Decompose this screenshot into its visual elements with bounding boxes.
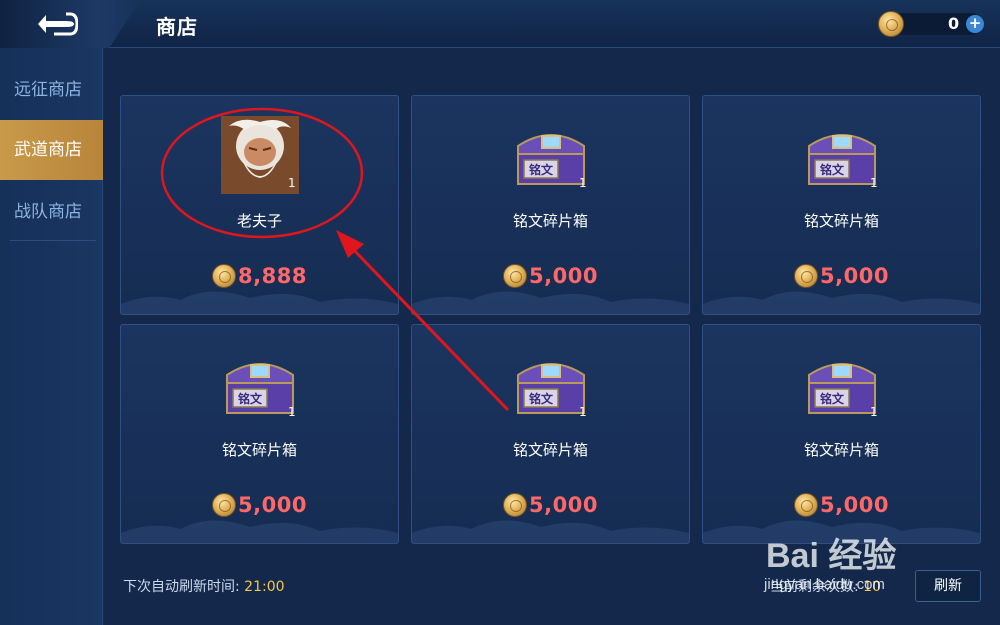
chest-label: 铭文 [529,391,554,406]
mountain-decoration [121,520,398,543]
item-name: 铭文碎片箱 [803,212,879,230]
mountain-decoration [703,520,980,543]
remaining-count: 10 [863,579,881,595]
add-currency-button[interactable]: + [966,15,984,33]
back-button[interactable] [0,0,140,48]
auto-refresh-info: 下次自动刷新时间: 21:00 [123,576,285,596]
auto-refresh-time: 21:00 [244,579,285,595]
remaining-refresh-info: 当前剩余次数: 10 [770,576,881,596]
shop-item-card[interactable]: 铭文 1 铭文碎片箱 5,000 [702,95,981,315]
item-quantity: 1 [288,405,296,419]
chest-label: 铭文 [820,162,845,177]
item-name: 老夫子 [236,212,282,230]
top-bar: 商店 0 + [0,0,1000,48]
item-quantity: 1 [579,176,587,190]
shop-grid: 1 老夫子 8,888 铭文 1 铭文碎片箱 5,000 铭文 1 铭文碎片箱 … [103,48,1000,625]
page-title: 商店 [156,15,198,39]
mountain-decoration [412,520,689,543]
mountain-decoration [703,291,980,314]
gold-coin-icon [878,11,904,37]
chest-label: 铭文 [820,391,845,406]
item-quantity: 1 [579,405,587,419]
shop-item-card[interactable]: 铭文 1 铭文碎片箱 5,000 [411,324,690,544]
mountain-decoration [412,291,689,314]
currency-amount: 0 [948,14,960,33]
item-name: 铭文碎片箱 [512,212,588,230]
item-name: 铭文碎片箱 [512,441,588,459]
chest-label: 铭文 [238,391,263,406]
item-quantity: 1 [870,405,878,419]
sidebar: 远征商店 武道商店 战队商店 [0,48,103,625]
mountain-decoration [121,291,398,314]
item-quantity: 1 [288,176,296,190]
item-quantity: 1 [870,176,878,190]
chest-label: 铭文 [529,162,554,177]
item-name: 铭文碎片箱 [221,441,297,459]
remaining-label: 当前剩余次数: [770,579,859,595]
shop-item-card[interactable]: 铭文 1 铭文碎片箱 5,000 [120,324,399,544]
shop-item-card[interactable]: 铭文 1 铭文碎片箱 5,000 [702,324,981,544]
shop-item-card[interactable]: 铭文 1 铭文碎片箱 5,000 [411,95,690,315]
back-arrow-icon [38,12,78,36]
auto-refresh-label: 下次自动刷新时间: [123,579,240,595]
item-name: 铭文碎片箱 [803,441,879,459]
shop-item-card[interactable]: 1 老夫子 8,888 [120,95,399,315]
sidebar-divider [10,240,96,241]
refresh-button[interactable]: 刷新 [915,570,981,602]
sidebar-item-team-shop[interactable]: 战队商店 [0,182,103,242]
sidebar-item-expedition-shop[interactable]: 远征商店 [0,60,103,120]
currency-display: 0 + [878,10,988,38]
sidebar-item-martial-shop[interactable]: 武道商店 [0,120,103,180]
